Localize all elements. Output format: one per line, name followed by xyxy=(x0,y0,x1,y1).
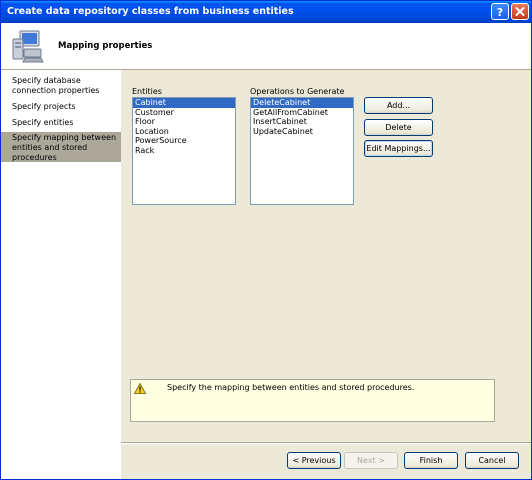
operation-item[interactable]: DeleteCabinet xyxy=(251,98,353,108)
footer-divider xyxy=(121,442,531,444)
entity-item[interactable]: Floor xyxy=(133,117,235,127)
entity-item[interactable]: Location xyxy=(133,127,235,137)
operation-item[interactable]: GetAllFromCabinet xyxy=(251,108,353,118)
close-icon xyxy=(515,6,525,17)
entities-listbox[interactable]: Cabinet Customer Floor Location PowerSou… xyxy=(132,97,236,205)
delete-button[interactable]: Delete xyxy=(364,119,433,136)
entity-item[interactable]: Cabinet xyxy=(133,98,235,108)
operation-item[interactable]: UpdateCabinet xyxy=(251,127,353,137)
nav-step-label: Specify entities xyxy=(12,118,74,127)
question-mark-icon: ? xyxy=(496,6,504,19)
wizard-window: Create data repository classes from busi… xyxy=(0,0,532,480)
previous-button[interactable]: < Previous xyxy=(287,452,341,469)
nav-step-entities[interactable]: Specify entities xyxy=(1,118,121,130)
nav-step-mapping[interactable]: Specify mapping between entities and sto… xyxy=(1,132,121,162)
title-bar[interactable]: Create data repository classes from busi… xyxy=(1,1,531,23)
nav-step-label: Specify projects xyxy=(12,102,76,111)
entity-item[interactable]: Rack xyxy=(133,146,235,156)
add-button[interactable]: Add... xyxy=(364,97,433,114)
next-button[interactable]: Next > xyxy=(344,452,398,469)
close-button[interactable] xyxy=(511,3,529,20)
page-title: Mapping properties xyxy=(58,41,153,51)
entities-label: Entities xyxy=(132,87,162,96)
help-button[interactable]: ? xyxy=(491,3,509,20)
operations-label: Operations to Generate xyxy=(250,87,345,96)
wizard-header: Mapping properties xyxy=(1,23,531,70)
nav-step-label: connection properties xyxy=(12,86,100,95)
nav-step-label: procedures xyxy=(12,153,57,162)
nav-step-label: Specify database xyxy=(12,76,81,85)
warning-icon xyxy=(134,383,146,394)
operations-listbox[interactable]: DeleteCabinet GetAllFromCabinet InsertCa… xyxy=(250,97,354,205)
finish-button[interactable]: Finish xyxy=(404,452,458,469)
edit-mappings-button[interactable]: Edit Mappings... xyxy=(364,140,433,157)
nav-step-label: Specify mapping between xyxy=(12,133,117,142)
entity-item[interactable]: PowerSource xyxy=(133,136,235,146)
operation-item[interactable]: InsertCabinet xyxy=(251,117,353,127)
window-title: Create data repository classes from busi… xyxy=(7,6,294,17)
wizard-content: Entities Cabinet Customer Floor Location… xyxy=(121,70,531,479)
wizard-steps-nav: Specify database connection properties S… xyxy=(1,70,121,479)
info-text: Specify the mapping between entities and… xyxy=(167,383,415,392)
nav-step-projects[interactable]: Specify projects xyxy=(1,102,121,114)
computer-icon xyxy=(12,30,44,63)
nav-step-label: entities and stored xyxy=(12,143,88,152)
nav-step-database-connection[interactable]: Specify database connection properties xyxy=(1,76,121,98)
cancel-button[interactable]: Cancel xyxy=(465,452,519,469)
info-panel: Specify the mapping between entities and… xyxy=(130,379,495,422)
entity-item[interactable]: Customer xyxy=(133,108,235,118)
